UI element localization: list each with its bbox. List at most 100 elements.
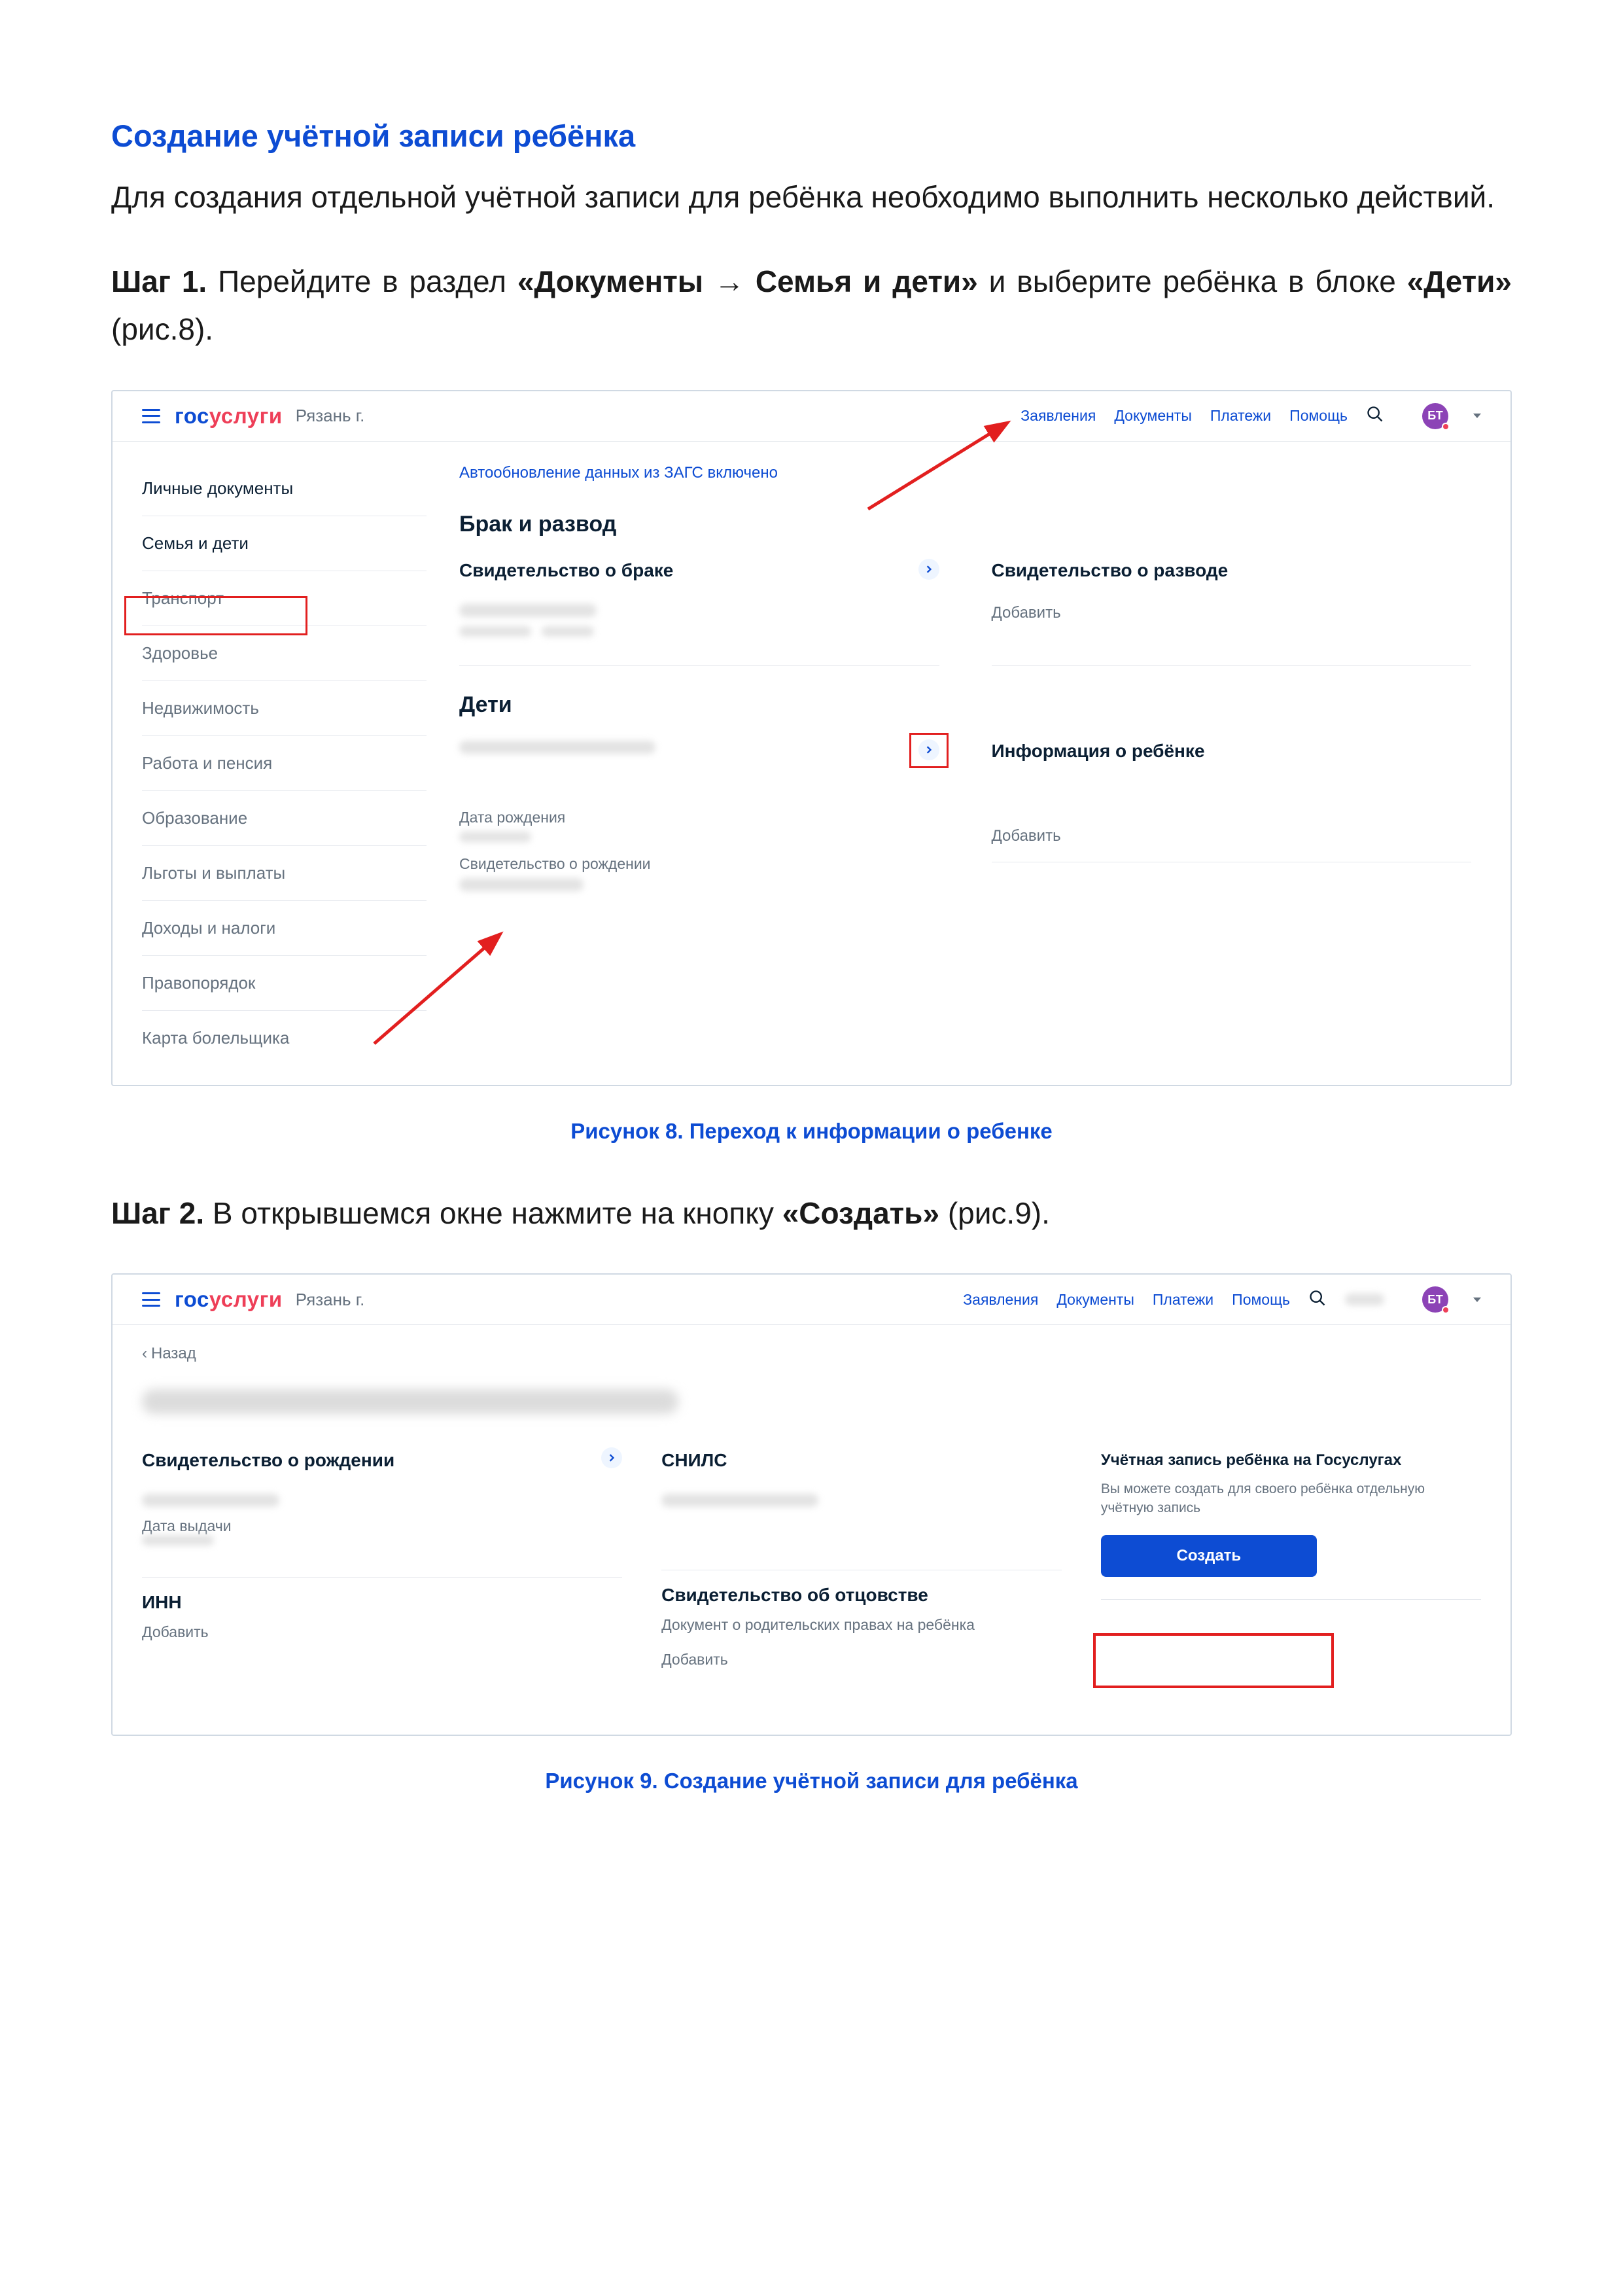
nav-applications[interactable]: Заявления bbox=[1021, 407, 1096, 425]
snils-card[interactable]: СНИЛС bbox=[661, 1450, 1062, 1570]
step-1-paragraph: Шаг 1. Перейдите в раздел «Документы → С… bbox=[111, 258, 1512, 354]
auto-update-link[interactable]: Автообновление данных из ЗАГС включено bbox=[459, 464, 1471, 482]
intro-text: Для создания отдельной учётной записи дл… bbox=[111, 173, 1512, 222]
step1-bold-nav: «Документы → Семья и дети» bbox=[517, 264, 978, 298]
sidebar-item-education[interactable]: Образование bbox=[142, 791, 427, 846]
back-label: Назад bbox=[151, 1345, 196, 1363]
sidebar-item-realestate[interactable]: Недвижимость bbox=[142, 681, 427, 736]
fig8-main: Автообновление данных из ЗАГС включено Б… bbox=[427, 442, 1510, 1085]
nav-documents[interactable]: Документы bbox=[1056, 1291, 1134, 1309]
inn-card[interactable]: ИНН Добавить bbox=[142, 1592, 622, 1663]
redacted-text bbox=[459, 878, 584, 891]
step1-after: (рис.8). bbox=[111, 312, 213, 346]
step1-middle: и выберите ребёнка в блоке bbox=[978, 264, 1407, 298]
marriage-heading: Брак и развод bbox=[459, 512, 1471, 537]
inn-title: ИНН bbox=[142, 1592, 622, 1613]
redacted-text bbox=[142, 1494, 279, 1507]
children-heading: Дети bbox=[459, 692, 1471, 718]
menu-icon[interactable] bbox=[142, 409, 160, 423]
step2-before: В открывшемся окне нажмите на кнопку bbox=[204, 1196, 782, 1230]
sidebar-item-family[interactable]: Семья и дети bbox=[142, 516, 427, 571]
highlight-annotation-family bbox=[124, 596, 307, 635]
redacted-text bbox=[142, 1535, 214, 1545]
child-card[interactable]: Дата рождения Свидетельство о рождении bbox=[459, 741, 939, 920]
add-link[interactable]: Добавить bbox=[142, 1623, 622, 1641]
nav-payments[interactable]: Платежи bbox=[1153, 1291, 1213, 1309]
notification-dot-icon bbox=[1442, 1306, 1450, 1314]
paternity-title: Свидетельство об отцовстве bbox=[661, 1585, 1062, 1606]
step1-label: Шаг 1. bbox=[111, 264, 207, 298]
step2-label: Шаг 2. bbox=[111, 1196, 204, 1230]
logo-blue: гос bbox=[175, 1287, 209, 1311]
step-2-paragraph: Шаг 2. В открывшемся окне нажмите на кно… bbox=[111, 1190, 1512, 1238]
step1-bold-block: «Дети» bbox=[1407, 264, 1512, 298]
logo[interactable]: госуслуги bbox=[175, 1287, 283, 1312]
child-info-card[interactable]: Информация о ребёнке Добавить bbox=[992, 741, 1472, 862]
logo[interactable]: госуслуги bbox=[175, 404, 283, 429]
nav-applications[interactable]: Заявления bbox=[963, 1291, 1038, 1309]
create-button[interactable]: Создать bbox=[1101, 1535, 1317, 1577]
city-label[interactable]: Рязань г. bbox=[296, 1290, 365, 1310]
redacted-text bbox=[459, 832, 531, 842]
sidebar-item-benefits[interactable]: Льготы и выплаты bbox=[142, 846, 427, 901]
paternity-sub: Документ о родительских правах на ребёнк… bbox=[661, 1616, 1062, 1634]
search-icon[interactable] bbox=[1366, 405, 1384, 427]
figure-9-caption: Рисунок 9. Создание учётной записи для р… bbox=[111, 1769, 1512, 1793]
highlight-annotation-child-arrow bbox=[909, 733, 949, 768]
paternity-card[interactable]: Свидетельство об отцовстве Документ о ро… bbox=[661, 1585, 1062, 1691]
marriage-cert-title: Свидетельство о браке bbox=[459, 560, 939, 581]
redacted-text bbox=[459, 626, 531, 637]
figure-8-screenshot: госуслуги Рязань г. Заявления Документы … bbox=[111, 390, 1512, 1086]
sidebar-item-law[interactable]: Правопорядок bbox=[142, 956, 427, 1011]
divorce-cert-title: Свидетельство о разводе bbox=[992, 560, 1472, 581]
chevron-down-icon[interactable] bbox=[1473, 1298, 1481, 1302]
figure-8-caption: Рисунок 8. Переход к информации о ребенк… bbox=[111, 1119, 1512, 1144]
create-panel-title: Учётная запись ребёнка на Госуслугах bbox=[1101, 1450, 1481, 1471]
app-header: госуслуги Рязань г. Заявления Документы … bbox=[113, 391, 1510, 442]
chevron-right-icon[interactable] bbox=[918, 559, 939, 580]
figure-9-screenshot: госуслуги Рязань г. Заявления Документы … bbox=[111, 1273, 1512, 1736]
logo-red: услуги bbox=[209, 1287, 283, 1311]
avatar[interactable]: БТ bbox=[1422, 1286, 1448, 1313]
sidebar-item-personal[interactable]: Личные документы bbox=[142, 461, 427, 516]
chevron-left-icon: ‹ bbox=[142, 1345, 147, 1363]
divorce-cert-card[interactable]: Свидетельство о разводе Добавить bbox=[992, 560, 1472, 666]
child-info-title: Информация о ребёнке bbox=[992, 741, 1472, 762]
step1-before: Перейдите в раздел bbox=[207, 264, 517, 298]
birth-cert-label: Свидетельство о рождении bbox=[459, 855, 939, 873]
chevron-down-icon[interactable] bbox=[1473, 414, 1481, 418]
avatar[interactable]: БТ bbox=[1422, 403, 1448, 429]
nav-help[interactable]: Помощь bbox=[1289, 407, 1348, 425]
nav-help[interactable]: Помощь bbox=[1232, 1291, 1290, 1309]
notification-dot-icon bbox=[1442, 423, 1450, 431]
marriage-cert-card[interactable]: Свидетельство о браке bbox=[459, 560, 939, 666]
create-panel-desc: Вы можете создать для своего ребёнка отд… bbox=[1101, 1479, 1481, 1518]
nav-payments[interactable]: Платежи bbox=[1210, 407, 1271, 425]
city-label[interactable]: Рязань г. bbox=[296, 406, 365, 426]
sidebar-item-work[interactable]: Работа и пенсия bbox=[142, 736, 427, 791]
back-link[interactable]: ‹ Назад bbox=[142, 1325, 1481, 1369]
page-title: Создание учётной записи ребёнка bbox=[111, 118, 1512, 154]
logo-red: услуги bbox=[209, 404, 283, 428]
dob-label: Дата рождения bbox=[459, 809, 939, 826]
sidebar: Личные документы Семья и дети Транспорт … bbox=[113, 442, 427, 1085]
redacted-text bbox=[1345, 1294, 1384, 1305]
add-link[interactable]: Добавить bbox=[661, 1651, 1062, 1669]
step2-after: (рис.9). bbox=[939, 1196, 1050, 1230]
snils-title: СНИЛС bbox=[661, 1450, 1062, 1471]
redacted-name bbox=[142, 1389, 678, 1414]
issue-date-label: Дата выдачи bbox=[142, 1517, 622, 1535]
add-link[interactable]: Добавить bbox=[992, 827, 1472, 845]
create-account-panel: Учётная запись ребёнка на Госуслугах Вы … bbox=[1101, 1450, 1481, 1599]
avatar-initials: БТ bbox=[1427, 409, 1442, 423]
add-link[interactable]: Добавить bbox=[992, 604, 1472, 622]
menu-icon[interactable] bbox=[142, 1292, 160, 1307]
redacted-text bbox=[459, 604, 597, 617]
sidebar-item-income[interactable]: Доходы и налоги bbox=[142, 901, 427, 956]
nav-documents[interactable]: Документы bbox=[1114, 407, 1192, 425]
search-icon[interactable] bbox=[1308, 1289, 1327, 1311]
birth-cert-card[interactable]: Свидетельство о рождении Дата выдачи bbox=[142, 1450, 622, 1578]
highlight-annotation-create bbox=[1093, 1633, 1334, 1688]
sidebar-item-fancard[interactable]: Карта болельщика bbox=[142, 1011, 427, 1065]
redacted-text bbox=[459, 741, 655, 754]
